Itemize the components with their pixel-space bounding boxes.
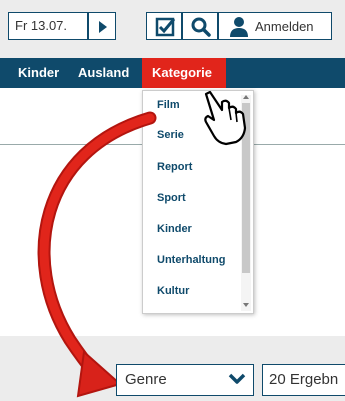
- hand-pointer-icon: [204, 90, 247, 146]
- results-count-select[interactable]: 20 Ergebn: [262, 364, 345, 396]
- dropdown-item-serie[interactable]: Serie: [157, 129, 184, 141]
- main-nav: Kinder Ausland Kategorie: [0, 58, 345, 88]
- play-arrow-icon: [99, 21, 107, 33]
- scroll-down-icon[interactable]: [243, 303, 249, 307]
- top-toolbar: Fr 13.07. Anmelden: [0, 0, 345, 54]
- search-button[interactable]: [182, 12, 218, 40]
- dropdown-item-kultur[interactable]: Kultur: [157, 285, 189, 297]
- nav-item-ausland[interactable]: Ausland: [78, 58, 129, 88]
- dropdown-item-sport[interactable]: Sport: [157, 192, 186, 204]
- dropdown-item-report[interactable]: Report: [157, 161, 192, 173]
- user-icon: [230, 17, 248, 37]
- nav-item-kategorie[interactable]: Kategorie: [142, 58, 226, 88]
- nav-item-kinder[interactable]: Kinder: [18, 58, 59, 88]
- search-icon: [191, 17, 211, 37]
- checklist-button[interactable]: [146, 12, 182, 40]
- chevron-down-icon[interactable]: [228, 372, 246, 386]
- dropdown-item-film[interactable]: Film: [157, 99, 180, 111]
- login-label: Anmelden: [255, 19, 314, 34]
- date-button[interactable]: Fr 13.07.: [8, 12, 88, 40]
- login-button[interactable]: Anmelden: [218, 12, 332, 40]
- dropdown-item-unterhaltung[interactable]: Unterhaltung: [157, 254, 225, 266]
- next-day-button[interactable]: [88, 12, 116, 40]
- checkbox-icon: [155, 17, 176, 37]
- dropdown-item-kinder[interactable]: Kinder: [157, 223, 192, 235]
